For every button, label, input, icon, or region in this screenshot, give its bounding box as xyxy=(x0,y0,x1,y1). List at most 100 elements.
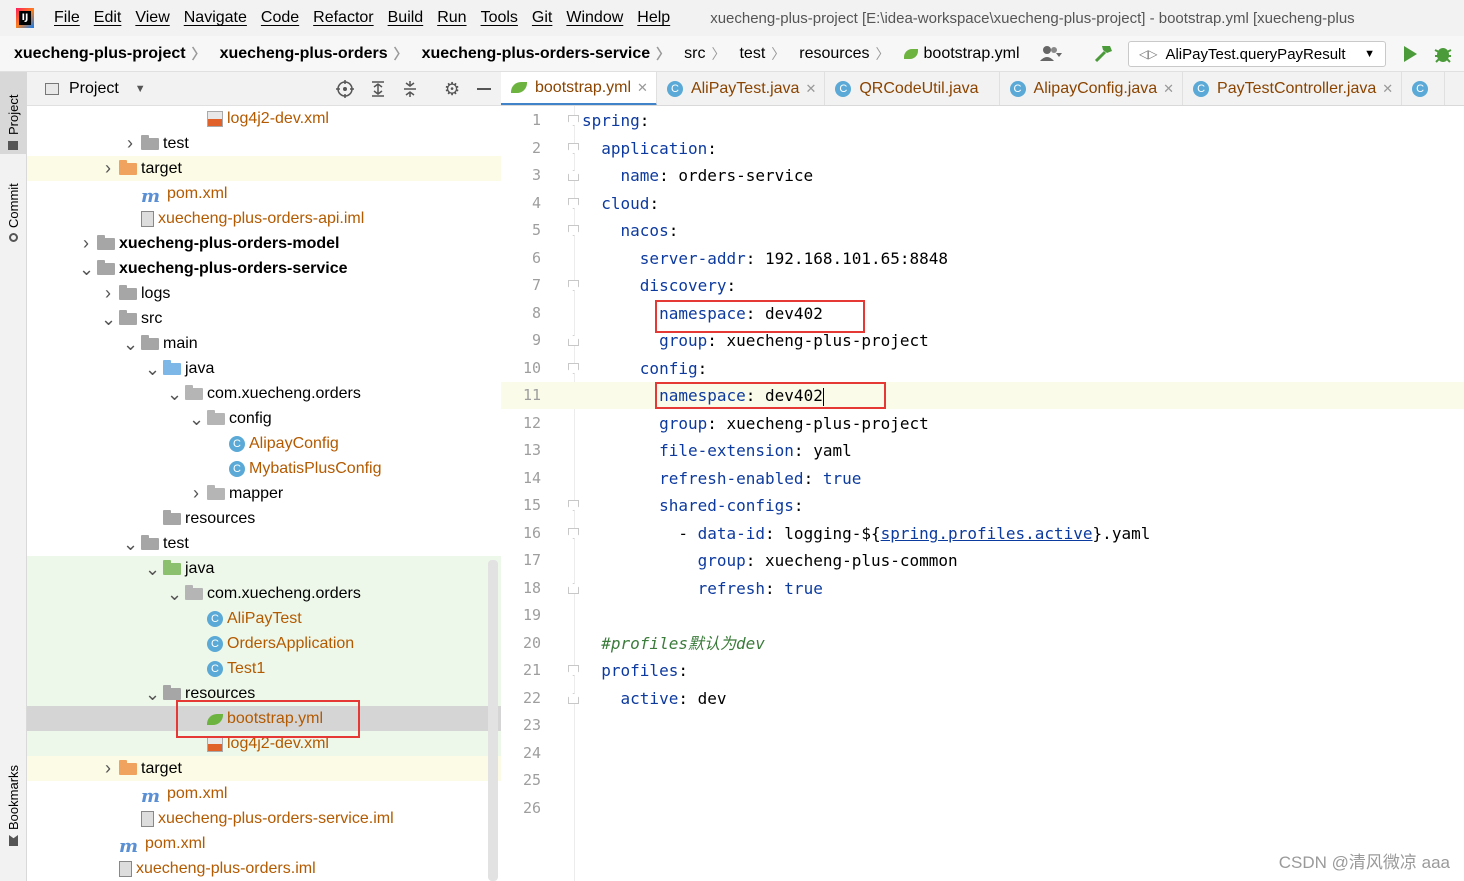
stripe-project-tab[interactable]: Project xyxy=(0,72,27,154)
stripe-bookmarks-tab[interactable]: Bookmarks xyxy=(0,754,27,846)
menu-git[interactable]: Git xyxy=(532,9,552,27)
java-class-icon: C xyxy=(1412,81,1429,97)
tree-file[interactable]: xuecheng-plus-orders-service.iml xyxy=(27,806,501,831)
chevron-down-icon[interactable]: ⌄ xyxy=(101,310,116,328)
menu-build[interactable]: Build xyxy=(388,9,424,27)
project-panel-title[interactable]: Project xyxy=(69,80,119,98)
chevron-down-icon[interactable]: ⌄ xyxy=(123,535,138,553)
menu-view[interactable]: View xyxy=(135,9,169,27)
tree-node[interactable]: ⌄ main xyxy=(27,331,501,356)
expand-all-icon[interactable] xyxy=(369,80,387,102)
tree-label: pom.xml xyxy=(167,784,228,802)
chevron-right-icon[interactable]: › xyxy=(101,283,115,304)
close-icon[interactable]: ✕ xyxy=(805,81,816,97)
tree-node[interactable]: › logs xyxy=(27,281,501,306)
tree-node[interactable]: ⌄ java xyxy=(27,356,501,381)
breadcrumb-item[interactable]: src 〉 xyxy=(684,44,725,64)
folder-icon xyxy=(141,134,159,150)
editor-tab[interactable]: C QRCodeUtil.java xyxy=(825,72,1000,105)
close-icon[interactable]: ✕ xyxy=(1382,81,1393,97)
tree-file[interactable]: C AliPayTest xyxy=(27,606,501,631)
menu-window[interactable]: Window xyxy=(566,9,623,27)
tree-file[interactable]: m pom.xml xyxy=(27,831,501,857)
chevron-down-icon[interactable]: ⌄ xyxy=(123,335,138,353)
code-token: : xyxy=(765,579,785,598)
tree-file[interactable]: C MybatisPlusConfig xyxy=(27,456,501,481)
tree-file[interactable]: C OrdersApplication xyxy=(27,631,501,656)
collapse-all-icon[interactable] xyxy=(401,80,419,102)
editor-tab[interactable]: C AliPayTest.java ✕ xyxy=(657,72,826,105)
vcs-user-icon[interactable] xyxy=(1040,44,1062,62)
tree-node[interactable]: ⌄ test xyxy=(27,531,501,556)
tree-file[interactable]: resources xyxy=(27,506,501,531)
tree-label: log4j2-dev.xml xyxy=(227,109,329,127)
chevron-down-icon[interactable]: ⌄ xyxy=(145,360,160,378)
tree-node[interactable]: ⌄ com.xuecheng.orders xyxy=(27,381,501,406)
code-line xyxy=(575,602,1464,629)
breadcrumb-item[interactable]: xuecheng-plus-project 〉 xyxy=(14,44,206,64)
locate-crosshair-icon[interactable] xyxy=(336,80,354,102)
tree-file[interactable]: C AlipayConfig xyxy=(27,431,501,456)
tree-file[interactable]: m pom.xml xyxy=(27,781,501,807)
menu-run[interactable]: Run xyxy=(437,9,466,27)
chevron-down-icon[interactable]: ⌄ xyxy=(79,260,94,278)
menu-help[interactable]: Help xyxy=(637,9,670,27)
tree-node[interactable]: › xuecheng-plus-orders-model xyxy=(27,231,501,256)
menu-file[interactable]: File xyxy=(54,9,80,27)
tree-node[interactable]: › mapper xyxy=(27,481,501,506)
editor-tab[interactable]: C AlipayConfig.java ✕ xyxy=(1000,72,1184,105)
breadcrumb-item[interactable]: xuecheng-plus-orders 〉 xyxy=(220,44,408,64)
tree-file[interactable]: log4j2-dev.xml xyxy=(27,106,501,131)
minimize-icon[interactable] xyxy=(477,88,491,90)
tree-file[interactable]: xuecheng-plus-orders-api.iml xyxy=(27,206,501,231)
chevron-down-icon[interactable]: ⌄ xyxy=(145,685,160,703)
tree-file[interactable]: m pom.xml xyxy=(27,181,501,207)
chevron-down-icon[interactable]: ⌄ xyxy=(189,410,204,428)
chevron-right-icon[interactable]: › xyxy=(123,133,137,154)
java-class-icon: C xyxy=(1009,81,1026,97)
tree-node[interactable]: ⌄ com.xuecheng.orders xyxy=(27,581,501,606)
editor-tab[interactable]: C xyxy=(1402,72,1446,105)
menu-navigate[interactable]: Navigate xyxy=(184,9,247,27)
menu-refactor[interactable]: Refactor xyxy=(313,9,373,27)
close-icon[interactable]: ✕ xyxy=(637,80,648,96)
run-icon[interactable] xyxy=(1401,44,1419,68)
debug-bug-icon[interactable] xyxy=(1433,44,1453,68)
chevron-right-icon[interactable]: › xyxy=(189,483,203,504)
breadcrumb-item[interactable]: bootstrap.yml xyxy=(903,45,1020,63)
run-configuration-select[interactable]: ◁▷ AliPayTest.queryPayResult ▼ xyxy=(1128,41,1386,67)
breadcrumb-item[interactable]: resources 〉 xyxy=(799,44,889,64)
breadcrumb-item[interactable]: xuecheng-plus-orders-service 〉 xyxy=(422,44,671,64)
tree-node[interactable]: ⌄ config xyxy=(27,406,501,431)
chevron-down-icon[interactable]: ⌄ xyxy=(167,385,182,403)
chevron-right-icon[interactable]: › xyxy=(101,158,115,179)
menu-code[interactable]: Code xyxy=(261,9,299,27)
breadcrumb-item[interactable]: test 〉 xyxy=(739,44,785,64)
tree-node[interactable]: › target xyxy=(27,156,501,181)
editor-tab[interactable]: bootstrap.yml ✕ xyxy=(501,72,657,105)
chevron-right-icon[interactable]: › xyxy=(101,758,115,779)
tree-file[interactable]: xuecheng-plus-orders.iml xyxy=(27,856,501,881)
tree-node[interactable]: ⌄ src xyxy=(27,306,501,331)
tree-file[interactable]: C Test1 xyxy=(27,656,501,681)
tree-node[interactable]: ⌄ java xyxy=(27,556,501,581)
stripe-commit-tab[interactable]: Commit xyxy=(0,168,27,242)
tree-node[interactable]: › target xyxy=(27,756,501,781)
chevron-down-icon[interactable]: ⌄ xyxy=(145,560,160,578)
code-token: #profiles默认为dev xyxy=(601,634,765,653)
chevron-right-icon[interactable]: › xyxy=(79,233,93,254)
chevron-down-icon[interactable]: ▼ xyxy=(135,83,146,95)
chevron-down-icon[interactable]: ⌄ xyxy=(167,585,182,603)
close-icon[interactable]: ✕ xyxy=(1163,81,1174,97)
menu-tools[interactable]: Tools xyxy=(481,9,518,27)
gear-icon[interactable]: ⚙ xyxy=(444,79,460,100)
build-hammer-icon[interactable] xyxy=(1093,43,1115,69)
editor-tab[interactable]: C PayTestController.java ✕ xyxy=(1183,72,1403,105)
menu-edit[interactable]: Edit xyxy=(94,9,122,27)
tree-node[interactable]: ⌄ xuecheng-plus-orders-service xyxy=(27,256,501,281)
code-editor[interactable]: spring: application: name: orders-servic… xyxy=(575,106,1464,881)
java-class-icon: C xyxy=(207,610,223,627)
tree-node[interactable]: › test xyxy=(27,131,501,156)
highlight-box-discovery-namespace xyxy=(655,300,865,333)
tree-scrollbar[interactable] xyxy=(488,560,498,881)
